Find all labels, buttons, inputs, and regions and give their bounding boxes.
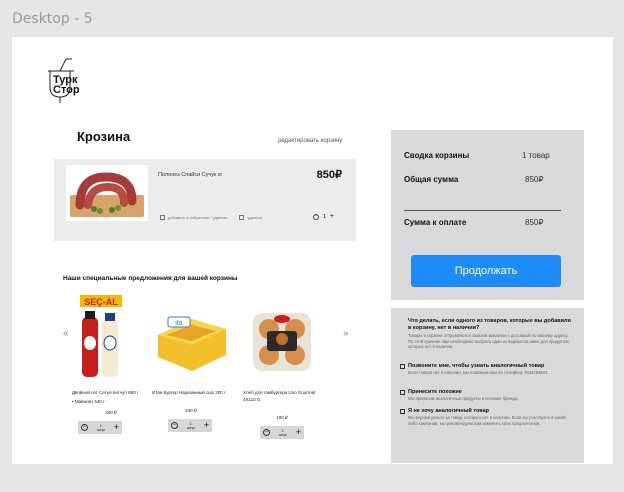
delete-label: удалить bbox=[247, 215, 263, 220]
offer-product-name: Итан Бургер Нарезанный сыр 200 г bbox=[152, 390, 226, 395]
store-logo-text: Турк Стор bbox=[53, 75, 80, 96]
minus-icon[interactable]: − bbox=[171, 422, 178, 429]
minus-icon[interactable]: − bbox=[263, 429, 270, 436]
cart-item: Полонез Спайси Сучук кг 850₽ добавить в … bbox=[54, 159, 356, 241]
frame-label: Desktop - 5 bbox=[12, 11, 93, 27]
sliced-cheese-image: ita bbox=[152, 295, 230, 383]
option-title: Я не хочу аналогичный товар bbox=[408, 408, 490, 414]
seçal-badge: SEÇ-AL bbox=[84, 297, 118, 307]
continue-button[interactable]: Продолжать bbox=[411, 255, 561, 287]
ketchup-mayo-image: SEÇ-AL bbox=[72, 295, 150, 383]
option-description: Мы приносим аналогичные продукты и похож… bbox=[408, 396, 519, 401]
page-canvas: Турк Стор Крозина редактировать корзину … bbox=[12, 37, 613, 464]
offer-qty-unit: штук bbox=[187, 425, 195, 430]
summary-divider bbox=[404, 210, 561, 211]
basket-label: Сводка корзины bbox=[404, 151, 470, 160]
pay-label: Сумма к оплате bbox=[404, 218, 467, 227]
offer-product-price: 340 ₽ bbox=[105, 410, 117, 415]
trash-icon bbox=[239, 215, 245, 221]
edit-icon bbox=[160, 215, 165, 221]
delete-action[interactable]: удалить bbox=[239, 215, 263, 221]
item-name: Полонез Спайси Сучук кг bbox=[158, 172, 223, 178]
offer-product: ita Итан Бургер Нарезанный сыр 200 г 240… bbox=[152, 295, 230, 432]
out-of-stock-options-panel: Что делать, если одного из товаров, кото… bbox=[391, 308, 584, 463]
offer-quantity-stepper: − 1 штук + bbox=[78, 421, 122, 434]
minus-icon[interactable]: − bbox=[81, 424, 88, 431]
option-description: Мы вернем деньги за товар, которого нет … bbox=[408, 415, 567, 426]
offer-quantity: 1 штук bbox=[279, 429, 287, 437]
offer-product-name: Хлеб для гамбургера Uno Gourmet 4X110 G bbox=[243, 390, 316, 402]
total-value: 850₽ bbox=[525, 175, 544, 184]
cart-title: Крозина bbox=[77, 129, 131, 144]
plus-icon[interactable]: + bbox=[296, 428, 301, 437]
offer-product-name-2: • Майонез 540 г bbox=[72, 399, 105, 404]
option-checkbox[interactable] bbox=[400, 390, 405, 395]
option-checkbox[interactable] bbox=[400, 409, 405, 414]
plus-icon[interactable]: + bbox=[330, 213, 334, 220]
offer-product: SEÇ-AL Двойной сет Сетья Кетчуп 890 г • … bbox=[72, 295, 150, 434]
burger-buns-image bbox=[243, 295, 321, 383]
edit-cart-link[interactable]: редактировать корзину bbox=[278, 138, 342, 144]
offer-quantity: 1 штук bbox=[97, 424, 105, 432]
logo-line-2: Стор bbox=[53, 84, 80, 96]
offer-quantity: 1 штук bbox=[187, 422, 195, 430]
offer-quantity-stepper: − 1 штук + bbox=[168, 419, 212, 432]
item-quantity: 1 bbox=[323, 213, 326, 220]
basket-value: 1 товар bbox=[522, 151, 550, 160]
offer-qty-unit: штук bbox=[279, 432, 287, 437]
option-title: Принесите похожие bbox=[408, 389, 462, 395]
offer-product-price: 190 ₽ bbox=[276, 415, 288, 420]
offer-product: Хлеб для гамбургера Uno Gourmet 4X110 G … bbox=[243, 295, 321, 439]
offer-product-name-2-text: Майонез 540 г bbox=[74, 399, 105, 404]
prev-arrow-icon[interactable]: « bbox=[63, 328, 69, 339]
favorite-label: добавить в избранное / удалить bbox=[168, 215, 228, 220]
minus-icon[interactable]: − bbox=[313, 213, 320, 220]
order-summary-panel: Сводка корзины 1 товар Общая сумма 850₽ … bbox=[391, 130, 584, 300]
plus-icon[interactable]: + bbox=[114, 423, 119, 432]
info-question: Что делать, если одного из товаров, кото… bbox=[408, 318, 571, 331]
info-description: Товары в корзине отправляются заказом ма… bbox=[408, 333, 570, 349]
offer-product-name: Двойной сет Сетья Кетчуп 890 г bbox=[72, 390, 139, 395]
item-price: 850₽ bbox=[316, 169, 342, 181]
total-label: Общая сумма bbox=[404, 175, 459, 184]
svg-text:ita: ita bbox=[175, 320, 183, 327]
offer-product-price: 240 ₽ bbox=[185, 408, 197, 413]
option-title: Позвоните мне, чтобы узнать аналогичный … bbox=[408, 363, 545, 369]
offers-title: Наши специальные предложения для вашей к… bbox=[63, 275, 238, 282]
pay-value: 850₽ bbox=[525, 218, 544, 227]
option-description: Если товара нет в наличии, мы позвоним в… bbox=[408, 370, 549, 375]
item-quantity-stepper: − 1 + bbox=[313, 213, 334, 220]
sausage-image bbox=[66, 165, 148, 221]
option-checkbox[interactable] bbox=[400, 364, 405, 369]
next-arrow-icon[interactable]: » bbox=[343, 328, 349, 339]
item-actions: добавить в избранное / удалить удалить bbox=[160, 215, 263, 221]
offer-qty-unit: штук bbox=[97, 427, 105, 432]
offer-quantity-stepper: − 1 штук + bbox=[260, 426, 304, 439]
plus-icon[interactable]: + bbox=[204, 421, 209, 430]
favorite-action[interactable]: добавить в избранное / удалить bbox=[160, 215, 228, 221]
